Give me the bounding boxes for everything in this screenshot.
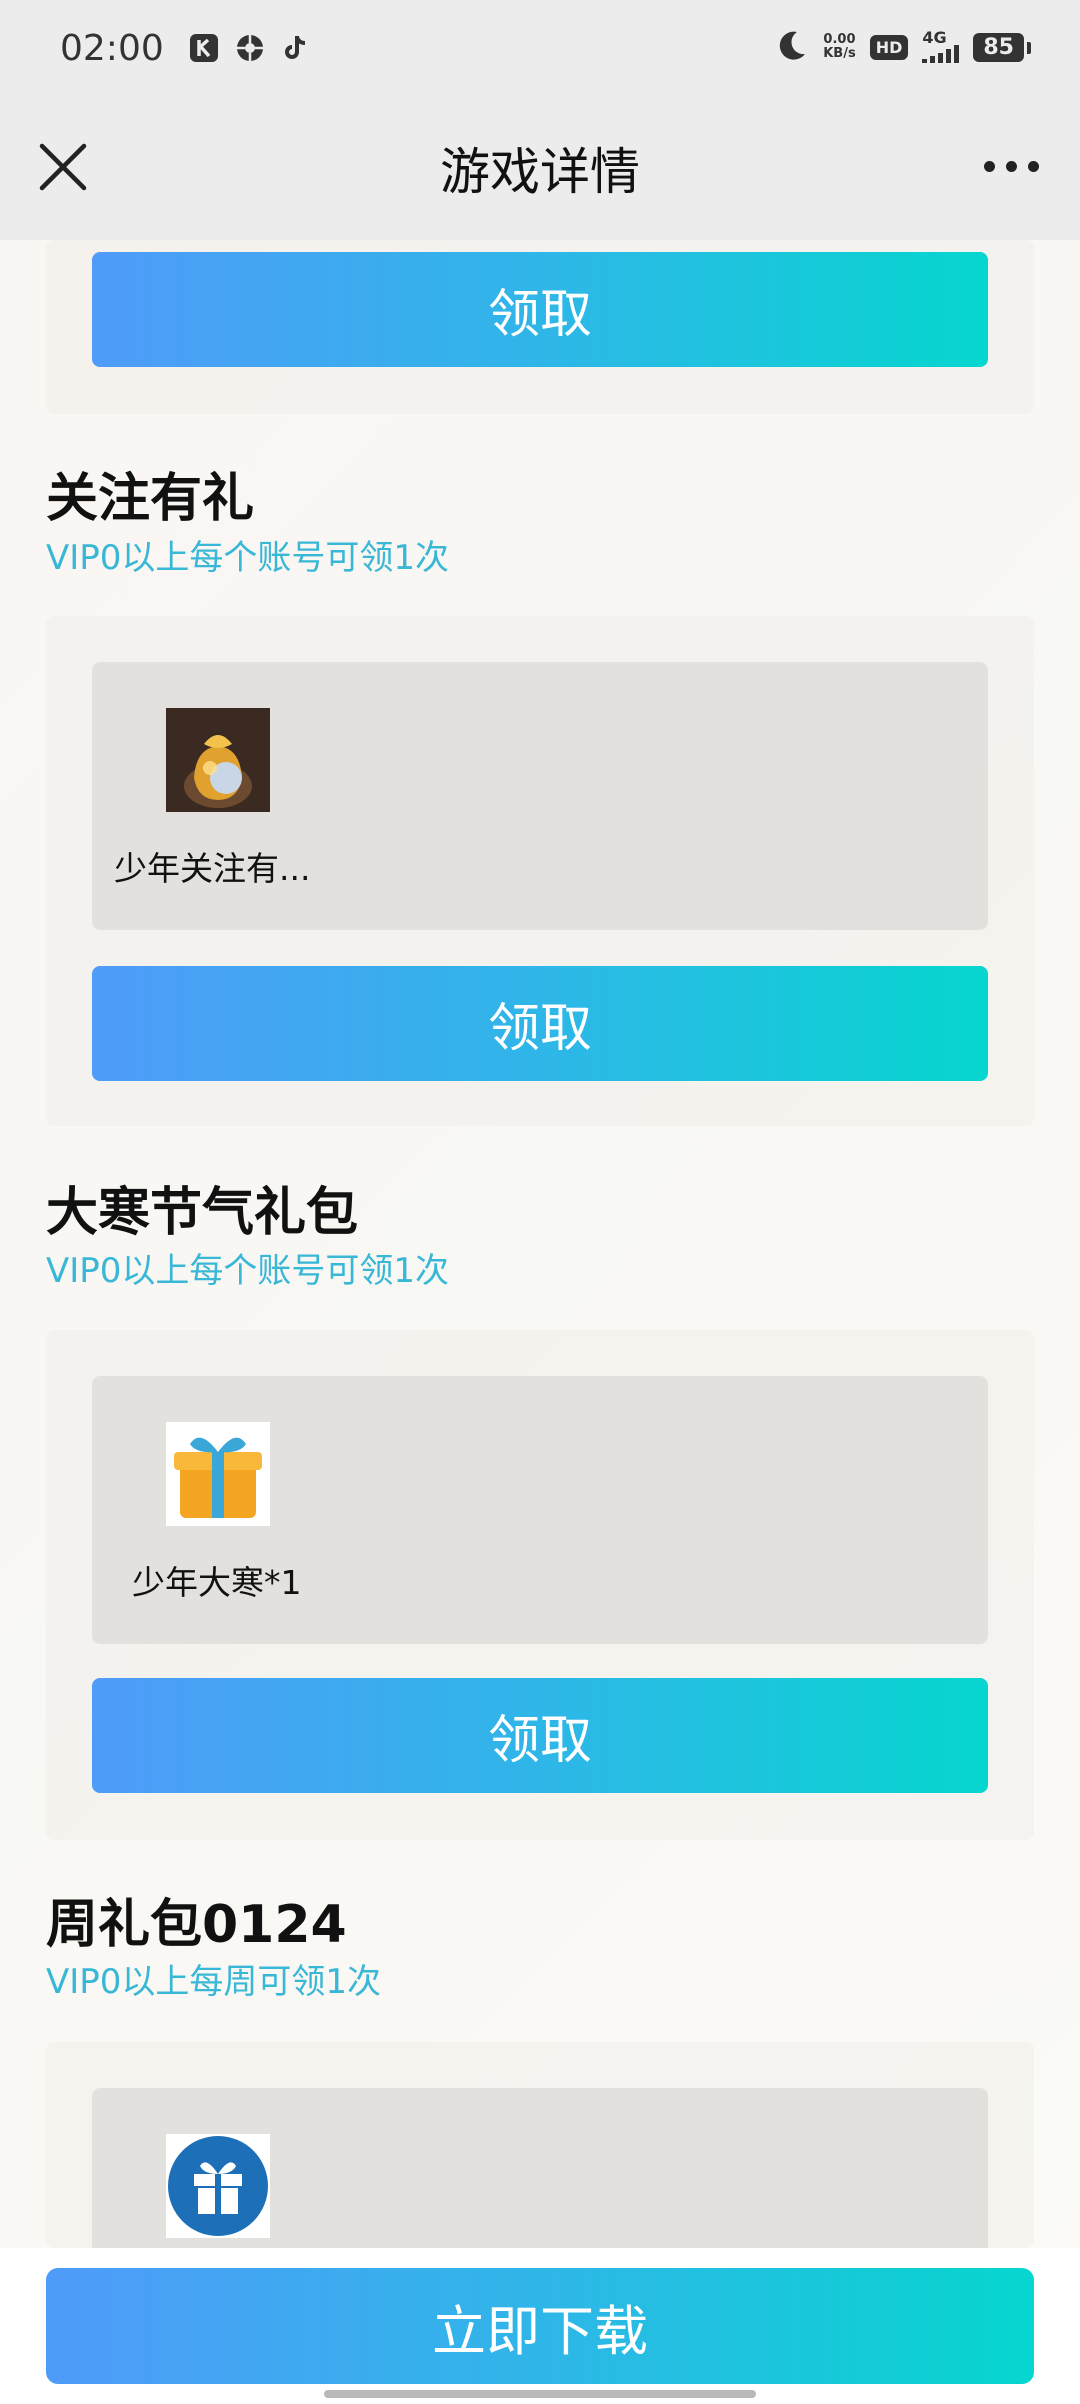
- gift-item-box-follow: 少年关注有...: [92, 662, 988, 930]
- close-icon: [39, 143, 87, 191]
- nav-bar: 游戏详情: [0, 96, 1080, 240]
- home-indicator[interactable]: [324, 2390, 756, 2398]
- net-speed-unit: KB/s: [823, 46, 856, 61]
- net-speed: 0.00 KB/s: [823, 33, 855, 61]
- notification-icons: [188, 32, 312, 64]
- section-subtitle-dahan: VIP0以上每个账号可领1次: [46, 1251, 450, 1291]
- net-speed-value: 0.00: [823, 32, 856, 47]
- gift-item-box-weekly: [92, 2088, 988, 2248]
- close-button[interactable]: [36, 140, 90, 194]
- tiktok-icon: [280, 32, 312, 64]
- gift-circle-icon: [166, 2134, 270, 2238]
- signal-icon: [922, 45, 960, 63]
- more-button[interactable]: [984, 146, 1046, 186]
- status-bar: 02:00 0.00 KB/s HD 4G 85: [0, 0, 1080, 96]
- status-time: 02:00: [60, 27, 164, 69]
- page-title: 游戏详情: [440, 143, 640, 201]
- battery-level: 85: [973, 32, 1031, 62]
- hd-badge: HD: [869, 34, 909, 60]
- network-type: 4G: [922, 28, 947, 47]
- claim-button-previous[interactable]: 领取: [92, 252, 988, 367]
- sync-app-icon: [234, 32, 266, 64]
- gift-item-label-dahan: 少年大寒*1: [132, 1563, 302, 1602]
- more-dot-icon: [984, 160, 995, 172]
- more-dot-icon: [1028, 160, 1039, 172]
- status-right: 0.00 KB/s HD 4G 85: [775, 28, 1031, 66]
- claim-button-dahan[interactable]: 领取: [92, 1678, 988, 1793]
- bottom-bar: 立即下载: [0, 2248, 1080, 2404]
- gift-box-icon: [166, 1422, 270, 1526]
- network-indicator: 4G: [922, 28, 960, 63]
- gift-item-box-dahan: 少年大寒*1: [92, 1376, 988, 1644]
- section-title-weekly: 周礼包0124: [46, 1895, 347, 1955]
- k-app-icon: [188, 32, 220, 64]
- claim-button-follow[interactable]: 领取: [92, 966, 988, 1081]
- section-title-follow: 关注有礼: [46, 469, 255, 529]
- moon-icon: [775, 28, 809, 66]
- download-button[interactable]: 立即下载: [46, 2268, 1034, 2384]
- section-title-dahan: 大寒节气礼包: [46, 1183, 359, 1243]
- section-subtitle-follow: VIP0以上每个账号可领1次: [46, 538, 450, 578]
- money-bag-icon: [166, 708, 270, 812]
- section-subtitle-weekly: VIP0以上每周可领1次: [46, 1962, 382, 2002]
- gift-item-label-follow: 少年关注有...: [114, 849, 311, 888]
- more-dot-icon: [1006, 160, 1017, 172]
